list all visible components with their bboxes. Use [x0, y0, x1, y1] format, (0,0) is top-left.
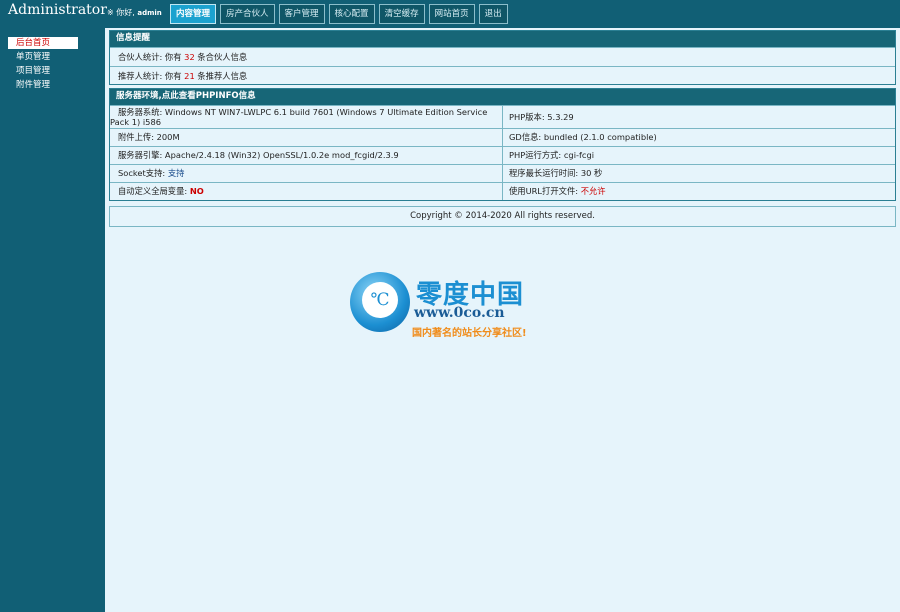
server-os-cell: 服务器系统: Windows NT WIN7-LWLPC 6.1 build 7…: [110, 106, 503, 128]
socket-value: 支持: [167, 168, 185, 178]
server-os-value-line2: Pack 1) i586: [110, 117, 162, 127]
tab-customer-management[interactable]: 客户管理: [278, 4, 325, 24]
logo-url: www.0co.cn: [414, 305, 505, 321]
server-panel-title[interactable]: 服务器环境,点此查看PHPINFO信息: [110, 89, 895, 105]
info-panel-title: 信息提醒: [110, 31, 895, 47]
server-row: 服务器引擎: Apache/2.4.18 (Win32) OpenSSL/1.0…: [110, 146, 895, 164]
greeting: ※ 你好, admin: [107, 7, 162, 18]
partner-stat-row: 合伙人统计: 你有 32 条合伙人信息: [110, 47, 895, 66]
referrer-stat-label: 推荐人统计:: [118, 71, 163, 81]
server-panel: 服务器环境,点此查看PHPINFO信息 服务器系统: Windows NT WI…: [109, 88, 896, 201]
tab-property-partners[interactable]: 房产合伙人: [220, 4, 275, 24]
logo-circle-icon: ℃: [350, 272, 410, 332]
max-exec-value: 30 秒: [580, 168, 603, 178]
referrer-stat-pre: 你有: [164, 71, 182, 81]
php-version-label: PHP版本:: [509, 112, 545, 122]
tab-site-home[interactable]: 网站首页: [428, 4, 475, 24]
tab-content-management[interactable]: 内容管理: [170, 4, 217, 24]
socket-label: Socket支持:: [118, 168, 166, 178]
php-version-cell: PHP版本: 5.3.29: [503, 106, 895, 128]
register-globals-cell: 自动定义全局变量: NO: [110, 183, 503, 200]
url-fopen-value: 不允许: [580, 186, 606, 196]
copyright-footer: Copyright © 2014-2020 All rights reserve…: [109, 206, 896, 227]
url-fopen-cell: 使用URL打开文件: 不允许: [503, 183, 895, 200]
top-nav: 内容管理 房产合伙人 客户管理 核心配置 清空缓存 网站首页 退出: [170, 4, 508, 25]
partner-count: 32: [184, 52, 195, 62]
gd-info-cell: GD信息: bundled (2.1.0 compatible): [503, 129, 895, 146]
server-row: 服务器系统: Windows NT WIN7-LWLPC 6.1 build 7…: [110, 105, 895, 128]
username: admin: [137, 9, 162, 17]
server-os-value-line1: Windows NT WIN7-LWLPC 6.1 build 7601 (Wi…: [164, 107, 488, 117]
server-row: 附件上传: 200M GD信息: bundled (2.1.0 compatib…: [110, 128, 895, 146]
partner-stat-post: 条合伙人信息: [197, 52, 248, 62]
partner-stat-label: 合伙人统计:: [118, 52, 163, 62]
tab-core-config[interactable]: 核心配置: [328, 4, 375, 24]
sidebar-item-dashboard[interactable]: 后台首页: [8, 37, 78, 49]
partner-stat-pre: 你有: [164, 52, 182, 62]
php-mode-value: cgi-fcgi: [563, 150, 595, 160]
register-globals-label: 自动定义全局变量:: [118, 186, 188, 196]
engine-label: 服务器引擎:: [118, 150, 163, 160]
server-row: Socket支持: 支持 程序最长运行时间: 30 秒: [110, 164, 895, 182]
info-panel: 信息提醒 合伙人统计: 你有 32 条合伙人信息 推荐人统计: 你有 21 条推…: [109, 30, 896, 85]
php-mode-label: PHP运行方式:: [509, 150, 562, 160]
referrer-count: 21: [184, 71, 195, 81]
register-globals-value: NO: [189, 186, 204, 196]
tab-clear-cache[interactable]: 清空缓存: [378, 4, 425, 24]
server-row: 自动定义全局变量: NO 使用URL打开文件: 不允许: [110, 182, 895, 200]
engine-value: Apache/2.4.18 (Win32) OpenSSL/1.0.2e mod…: [164, 150, 399, 160]
url-fopen-label: 使用URL打开文件:: [509, 186, 579, 196]
logo-slogan: 国内著名的站长分享社区!: [412, 328, 527, 339]
sidebar-item-pages[interactable]: 单页管理: [8, 51, 78, 63]
php-mode-cell: PHP运行方式: cgi-fcgi: [503, 147, 895, 164]
sidebar-item-projects[interactable]: 项目管理: [8, 65, 78, 77]
watermark-logo: ℃ 零度中国 www.0co.cn 国内著名的站长分享社区!: [350, 272, 560, 339]
gd-info-value: bundled (2.1.0 compatible): [543, 132, 657, 142]
tab-logout[interactable]: 退出: [478, 4, 508, 24]
top-header: Administrator ※ 你好, admin 内容管理 房产合伙人 客户管…: [0, 0, 900, 28]
referrer-stat-post: 条推荐人信息: [197, 71, 248, 81]
greeting-text: ※ 你好,: [107, 8, 135, 17]
max-exec-cell: 程序最长运行时间: 30 秒: [503, 165, 895, 182]
upload-value: 200M: [156, 132, 180, 142]
referrer-stat-row: 推荐人统计: 你有 21 条推荐人信息: [110, 66, 895, 85]
socket-cell: Socket支持: 支持: [110, 165, 503, 182]
brand-title: Administrator: [8, 2, 107, 18]
engine-cell: 服务器引擎: Apache/2.4.18 (Win32) OpenSSL/1.0…: [110, 147, 503, 164]
celsius-icon: ℃: [362, 282, 398, 318]
php-version-value: 5.3.29: [547, 112, 574, 122]
sidebar-item-attachments[interactable]: 附件管理: [8, 79, 78, 91]
max-exec-label: 程序最长运行时间:: [509, 168, 579, 178]
upload-label: 附件上传:: [118, 132, 154, 142]
upload-cell: 附件上传: 200M: [110, 129, 503, 146]
server-os-label: 服务器系统:: [118, 107, 163, 117]
sidebar: 后台首页 单页管理 项目管理 附件管理: [0, 28, 105, 612]
gd-info-label: GD信息:: [509, 132, 542, 142]
